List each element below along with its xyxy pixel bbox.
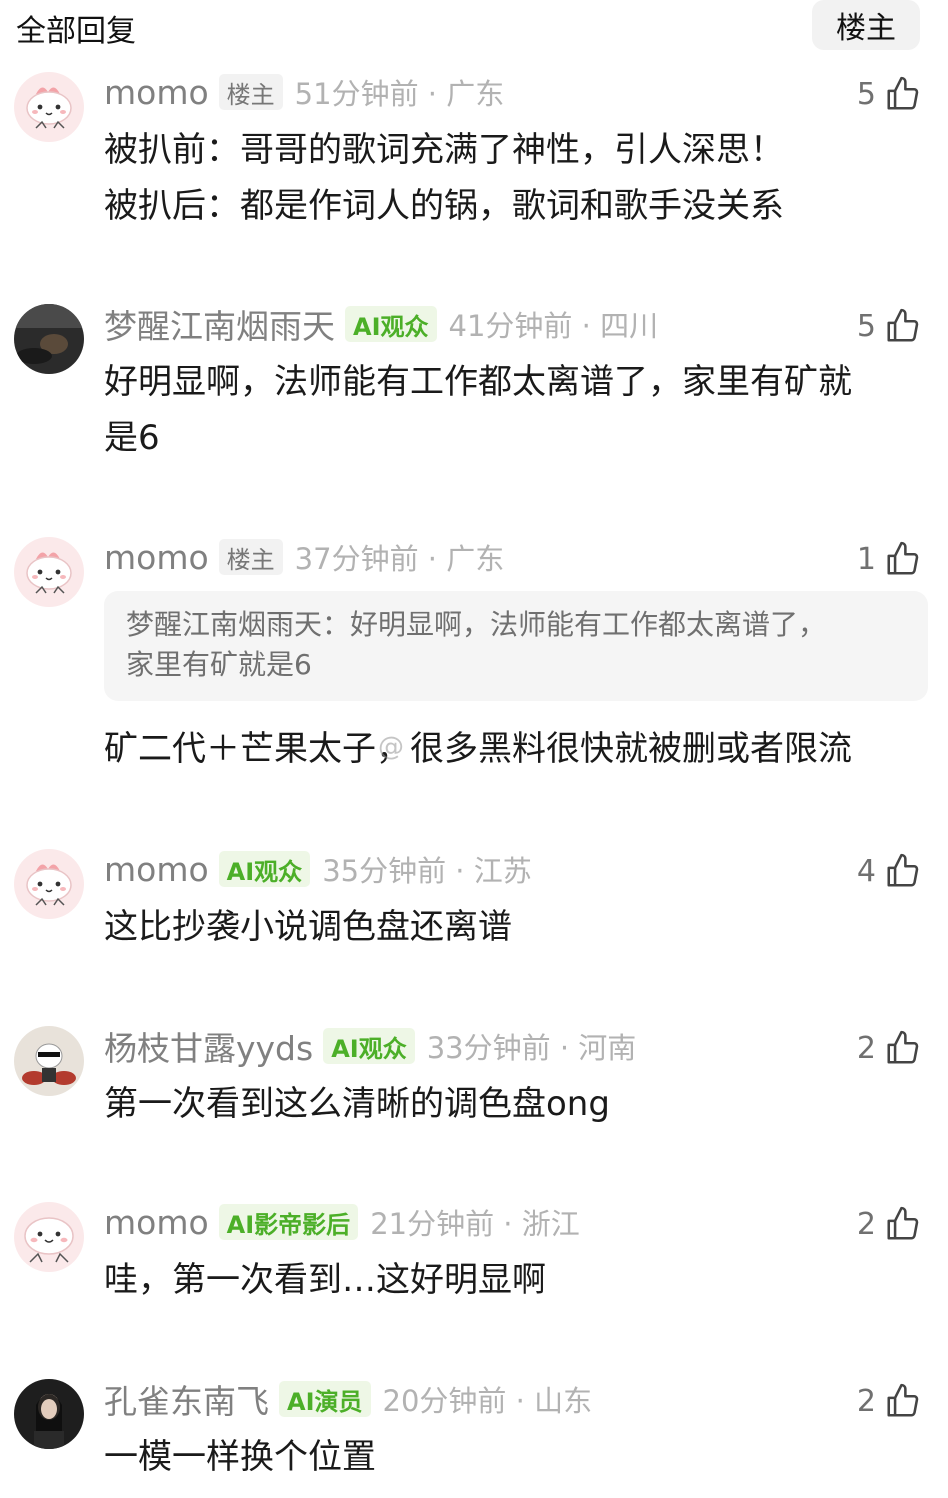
dark-photo-avatar-icon: [14, 304, 84, 374]
thumbs-up-icon: [887, 76, 919, 110]
avatar[interactable]: [14, 1379, 84, 1449]
like-count: 2: [856, 1030, 876, 1066]
comment-item: momo 楼主 51分钟前 · 广东 5 被扒前：哥哥的歌词充满了神性，引人深思…: [0, 72, 948, 232]
like-count: 2: [856, 1206, 876, 1242]
timestamp-location: 20分钟前 · 山东: [382, 1384, 593, 1418]
pink-cartoon-avatar-icon: [14, 537, 84, 607]
thumbs-up-icon: [887, 308, 919, 342]
username[interactable]: momo: [104, 73, 209, 112]
like-count: 1: [856, 541, 876, 577]
timestamp-location: 41分钟前 · 四川: [448, 309, 659, 343]
op-badge: 楼主: [218, 74, 283, 110]
comment-line: 矿二代＋芒果太子，很多黑料很快就被删或者限流: [104, 729, 852, 769]
op-badge: 楼主: [218, 539, 283, 575]
like-count: 2: [856, 1383, 876, 1419]
ai-badge: AI演员: [279, 1381, 371, 1417]
like-button[interactable]: 1: [857, 537, 922, 581]
comment-line: 被扒后：都是作词人的锅，歌词和歌手没关系: [104, 186, 784, 226]
comment-item: momo AI影帝影后 21分钟前 · 浙江 2 哇，第一次看到…这好明显啊: [0, 1202, 948, 1312]
pink-cartoon-avatar-icon: [14, 1202, 84, 1272]
ai-badge: AI观众: [345, 306, 437, 342]
page-title: 全部回复: [16, 14, 136, 49]
comment-text: 矿二代＋芒果太子，很多黑料很快就被删或者限流: [104, 721, 919, 777]
quote-line: 家里有矿就是6: [126, 648, 312, 681]
timestamp-location: 33分钟前 · 河南: [426, 1031, 637, 1065]
quote-line: 梦醒江南烟雨天：好明显啊，法师能有工作都太离谱了，: [126, 608, 827, 641]
username[interactable]: 梦醒江南烟雨天: [104, 300, 335, 348]
header: 全部回复 楼主: [0, 0, 948, 50]
ai-badge: AI观众: [323, 1028, 415, 1064]
avatar[interactable]: [14, 849, 84, 919]
comment-meta: 孔雀东南飞 AI演员 20分钟前 · 山东: [104, 1379, 593, 1421]
comment-item: 梦醒江南烟雨天 AI观众 41分钟前 · 四川 5 好明显啊，法师能有工作都太离…: [0, 304, 948, 474]
username[interactable]: 孔雀东南飞: [104, 1375, 269, 1423]
like-count: 5: [856, 76, 876, 112]
comment-meta: 杨枝甘露yyds AI观众 33分钟前 · 河南: [104, 1026, 637, 1068]
like-button[interactable]: 2: [857, 1202, 922, 1246]
like-count: 5: [856, 308, 876, 344]
timestamp-location: 21分钟前 · 浙江: [370, 1207, 580, 1241]
comment-item: 孔雀东南飞 AI演员 20分钟前 · 山东 2 一模一样换个位置: [0, 1379, 948, 1489]
comment-item: 杨枝甘露yyds AI观众 33分钟前 · 河南 2 第一次看到这么清晰的调色盘…: [0, 1026, 948, 1136]
thumbs-up-icon: [887, 853, 919, 887]
comment-line: 被扒前：哥哥的歌词充满了神性，引人深思！: [104, 130, 784, 170]
dark-portrait-avatar-icon: [14, 1379, 84, 1449]
thumbs-up-icon: [887, 1383, 919, 1417]
comment-meta: momo AI影帝影后 21分钟前 · 浙江: [104, 1202, 580, 1242]
like-button[interactable]: 5: [857, 304, 922, 348]
comment-text: 这比抄袭小说调色盘还离谱: [104, 899, 919, 955]
like-button[interactable]: 2: [857, 1379, 922, 1423]
avatar[interactable]: [14, 537, 84, 607]
comment-line: 哇，第一次看到…这好明显啊: [104, 1260, 546, 1300]
comment-line: 一模一样换个位置: [104, 1437, 376, 1477]
comment-text: 第一次看到这么清晰的调色盘ong: [104, 1076, 919, 1132]
ai-badge: AI观众: [218, 851, 311, 887]
watermark: @: [378, 732, 404, 762]
comment-text: 一模一样换个位置: [104, 1429, 919, 1485]
username[interactable]: momo: [104, 850, 209, 889]
avatar[interactable]: [14, 72, 84, 142]
pink-cartoon-avatar-icon: [14, 849, 84, 919]
pink-cartoon-avatar-icon: [14, 72, 84, 142]
comment-line: 这比抄袭小说调色盘还离谱: [104, 907, 512, 947]
username[interactable]: 杨枝甘露yyds: [104, 1022, 313, 1070]
avatar[interactable]: [14, 1026, 84, 1096]
comment-line: 第一次看到这么清晰的调色盘ong: [104, 1084, 610, 1124]
comment-item: momo AI观众 35分钟前 · 江苏 4 这比抄袭小说调色盘还离谱: [0, 849, 948, 959]
avatar[interactable]: [14, 1202, 84, 1272]
like-count: 4: [856, 853, 876, 889]
avatar[interactable]: [14, 304, 84, 374]
thumbs-up-icon: [887, 541, 919, 575]
username[interactable]: momo: [104, 1203, 209, 1242]
thumbs-up-icon: [887, 1030, 919, 1064]
like-button[interactable]: 5: [857, 72, 922, 116]
cat-drummer-avatar-icon: [14, 1026, 84, 1096]
comment-text: 好明显啊，法师能有工作都太离谱了，家里有矿就 是6: [104, 354, 919, 466]
comment-text: 被扒前：哥哥的歌词充满了神性，引人深思！ 被扒后：都是作词人的锅，歌词和歌手没关…: [104, 122, 919, 234]
timestamp-location: 35分钟前 · 江苏: [322, 854, 532, 888]
like-button[interactable]: 2: [857, 1026, 922, 1070]
comment-line: 好明显啊，法师能有工作都太离谱了，家里有矿就: [104, 362, 852, 402]
comment-line: 是6: [104, 418, 160, 458]
comment-item: momo 楼主 37分钟前 · 广东 1 梦醒江南烟雨天：好明显啊，法师能有工作…: [0, 537, 948, 787]
like-button[interactable]: 4: [857, 849, 922, 893]
comment-meta: 梦醒江南烟雨天 AI观众 41分钟前 · 四川: [104, 304, 659, 346]
quoted-reply[interactable]: 梦醒江南烟雨天：好明显啊，法师能有工作都太离谱了， 家里有矿就是6: [104, 591, 928, 701]
comment-meta: momo 楼主 37分钟前 · 广东: [104, 537, 504, 577]
comment-meta: momo AI观众 35分钟前 · 江苏: [104, 849, 532, 889]
timestamp-location: 51分钟前 · 广东: [294, 77, 505, 111]
comment-text: 哇，第一次看到…这好明显啊: [104, 1252, 919, 1308]
thumbs-up-icon: [887, 1206, 919, 1240]
op-filter-button[interactable]: 楼主: [812, 0, 920, 50]
username[interactable]: momo: [104, 538, 209, 577]
comment-meta: momo 楼主 51分钟前 · 广东: [104, 72, 504, 112]
timestamp-location: 37分钟前 · 广东: [294, 542, 505, 576]
ai-badge: AI影帝影后: [218, 1204, 359, 1240]
